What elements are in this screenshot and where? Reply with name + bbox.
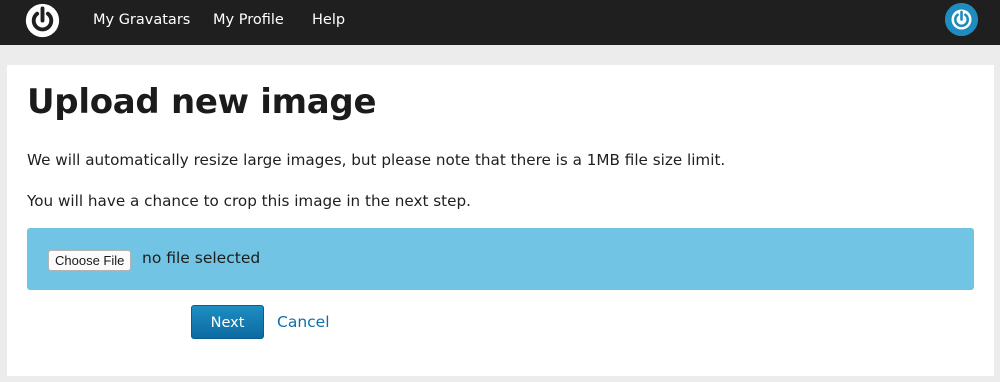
file-status-text: no file selected: [142, 249, 261, 267]
choose-file-button[interactable]: Choose File: [48, 250, 132, 271]
nav-my-profile[interactable]: My Profile: [213, 11, 284, 29]
nav-my-gravatars[interactable]: My Gravatars: [93, 11, 190, 29]
gravatar-logo-icon[interactable]: [24, 2, 61, 39]
resize-info-text: We will automatically resize large image…: [27, 151, 726, 169]
file-upload-area: Choose File no file selected: [27, 228, 974, 290]
top-navigation-bar: My Gravatars My Profile Help: [0, 0, 1000, 45]
next-button[interactable]: Next: [191, 305, 264, 339]
upload-card: Upload new image We will automatically r…: [7, 65, 994, 376]
crop-info-text: You will have a chance to crop this imag…: [27, 192, 471, 210]
cancel-link[interactable]: Cancel: [277, 312, 330, 332]
nav-help[interactable]: Help: [312, 11, 345, 29]
page-title: Upload new image: [27, 82, 377, 122]
user-avatar-icon[interactable]: [945, 3, 978, 36]
